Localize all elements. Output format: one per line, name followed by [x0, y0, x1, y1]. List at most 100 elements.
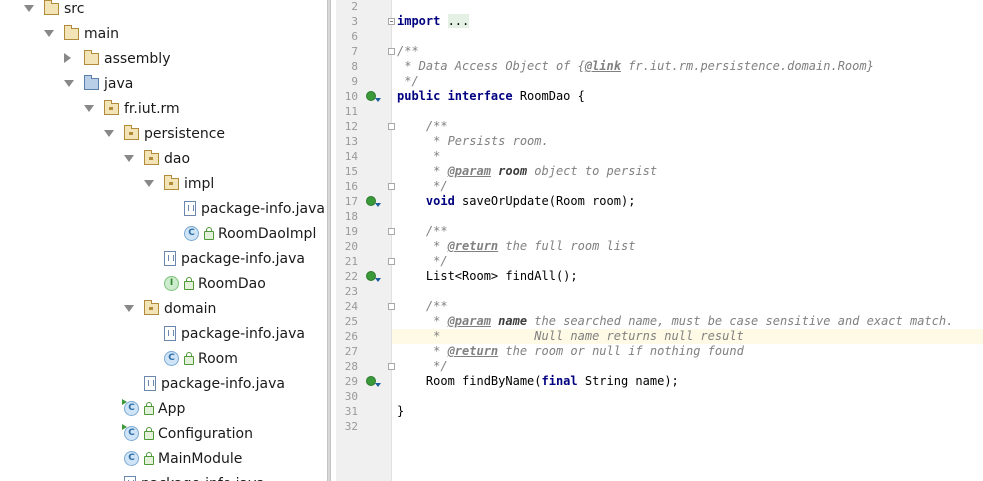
code-line[interactable]: * @return the room or null if nothing fo…: [397, 344, 744, 359]
source-folder-icon: [84, 75, 99, 90]
code-token: @return: [447, 239, 499, 253]
tree-node[interactable]: package-info.java: [164, 321, 305, 346]
tree-node[interactable]: C Room: [164, 346, 238, 371]
package-icon: [144, 300, 159, 315]
code-token: /**: [397, 224, 448, 238]
tree-node[interactable]: C Configuration: [122, 421, 253, 446]
package-icon: [144, 150, 159, 165]
runnable-class-icon: C: [122, 399, 139, 416]
tree-node[interactable]: fr.iut.rm: [84, 96, 180, 121]
collapse-arrow-icon[interactable]: [64, 80, 74, 87]
implemented-marker-icon[interactable]: [366, 376, 381, 387]
code-line[interactable]: * Null name returns null result: [397, 329, 744, 344]
code-line[interactable]: /**: [397, 224, 448, 239]
code-token: @return: [447, 344, 499, 358]
collapse-arrow-icon[interactable]: [124, 155, 134, 162]
tree-node-label: package-info.java: [201, 200, 325, 217]
tree-node[interactable]: persistence: [104, 121, 225, 146]
tree-node[interactable]: package-info.java: [144, 371, 285, 396]
tree-node[interactable]: package-info.java: [164, 246, 305, 271]
tree-node[interactable]: dao: [124, 146, 190, 171]
code-line[interactable]: */: [397, 254, 447, 269]
tree-node-label: fr.iut.rm: [124, 100, 180, 117]
tree-node[interactable]: src: [24, 0, 84, 21]
code-line[interactable]: */: [397, 359, 447, 374]
code-token: public interface: [397, 89, 520, 103]
code-line[interactable]: * @param room object to persist: [397, 164, 657, 179]
project-tree-panel[interactable]: src main assembly java fr.iut.rm persistence d…: [0, 0, 327, 481]
code-token: room: [498, 164, 528, 178]
tree-node[interactable]: C MainModule: [124, 446, 242, 471]
collapse-arrow-icon[interactable]: [44, 30, 54, 37]
implemented-marker-icon[interactable]: [366, 196, 381, 207]
collapse-fold-icon[interactable]: [388, 183, 395, 190]
tree-node[interactable]: C RoomDaoImpl: [184, 221, 316, 246]
code-line[interactable]: * Data Access Object of {@link fr.iut.rm…: [397, 59, 874, 74]
code-token: */: [397, 74, 419, 88]
collapse-fold-icon[interactable]: [388, 123, 395, 130]
collapse-arrow-icon[interactable]: [144, 180, 154, 187]
code-line[interactable]: * @param name the searched name, must be…: [397, 314, 953, 329]
code-line[interactable]: public interface RoomDao {: [397, 89, 585, 104]
tree-node[interactable]: package-info.java: [124, 471, 265, 481]
line-number: 20: [344, 240, 358, 253]
implemented-marker-icon[interactable]: [366, 91, 381, 102]
implemented-marker-icon[interactable]: [366, 271, 381, 282]
line-number: 15: [344, 165, 358, 178]
tree-node-label: package-info.java: [181, 325, 305, 342]
panel-divider[interactable]: [327, 0, 331, 481]
collapse-fold-icon[interactable]: [388, 48, 395, 55]
lock-icon: [144, 426, 154, 440]
code-line[interactable]: */: [397, 74, 419, 89]
code-line[interactable]: /**: [397, 299, 448, 314]
collapse-arrow-icon[interactable]: [84, 105, 94, 112]
code-line[interactable]: import ...: [397, 14, 470, 29]
line-number: 24: [344, 300, 358, 313]
tree-node[interactable]: main: [44, 21, 119, 46]
lock-icon: [144, 401, 154, 415]
code-token: *: [397, 344, 448, 358]
code-line[interactable]: * Persists room.: [397, 134, 549, 149]
collapse-fold-icon[interactable]: [388, 228, 395, 235]
code-token: void: [425, 194, 463, 208]
code-line[interactable]: * @return the full room list: [397, 239, 635, 254]
code-line[interactable]: List<Room> findAll();: [397, 269, 578, 284]
collapse-fold-icon[interactable]: [388, 363, 395, 370]
code-line[interactable]: /**: [397, 44, 419, 59]
expand-fold-icon[interactable]: [388, 18, 395, 25]
collapse-fold-icon[interactable]: [388, 258, 395, 265]
code-token: String name);: [584, 374, 679, 388]
tree-node[interactable]: I RoomDao: [164, 271, 266, 296]
collapse-arrow-icon[interactable]: [24, 5, 34, 12]
collapse-arrow-icon[interactable]: [104, 130, 114, 137]
code-line[interactable]: void saveOrUpdate(Room room);: [397, 194, 636, 209]
code-line[interactable]: /**: [397, 119, 448, 134]
tree-node-label: main: [84, 25, 119, 42]
tree-node-label: Room: [198, 350, 238, 367]
collapse-arrow-icon[interactable]: [124, 305, 134, 312]
code-line[interactable]: Room findByName(final String name);: [397, 374, 679, 389]
code-token: import: [397, 14, 448, 28]
tree-node[interactable]: domain: [124, 296, 216, 321]
tree-node[interactable]: package-info.java: [184, 196, 325, 221]
tree-node[interactable]: C App: [122, 396, 185, 421]
code-token: *: [397, 239, 448, 253]
lock-icon: [184, 276, 194, 290]
code-token: /**: [397, 119, 448, 133]
tree-node[interactable]: assembly: [64, 46, 171, 71]
tree-node[interactable]: impl: [144, 171, 214, 196]
line-number: 2: [351, 0, 358, 13]
expand-arrow-icon[interactable]: [64, 53, 71, 63]
code-line[interactable]: *: [397, 149, 440, 164]
collapse-fold-icon[interactable]: [388, 303, 395, 310]
folded-code-placeholder[interactable]: ...: [447, 14, 470, 28]
code-line[interactable]: */: [397, 179, 447, 194]
code-token: the full room list: [498, 239, 636, 253]
code-token: /**: [397, 299, 448, 313]
tree-node-label: assembly: [104, 50, 171, 67]
code-token: Room findByName(: [397, 374, 542, 388]
code-line[interactable]: }: [397, 404, 404, 419]
tree-node-label: RoomDao: [198, 275, 266, 292]
tree-node[interactable]: java: [64, 71, 133, 96]
